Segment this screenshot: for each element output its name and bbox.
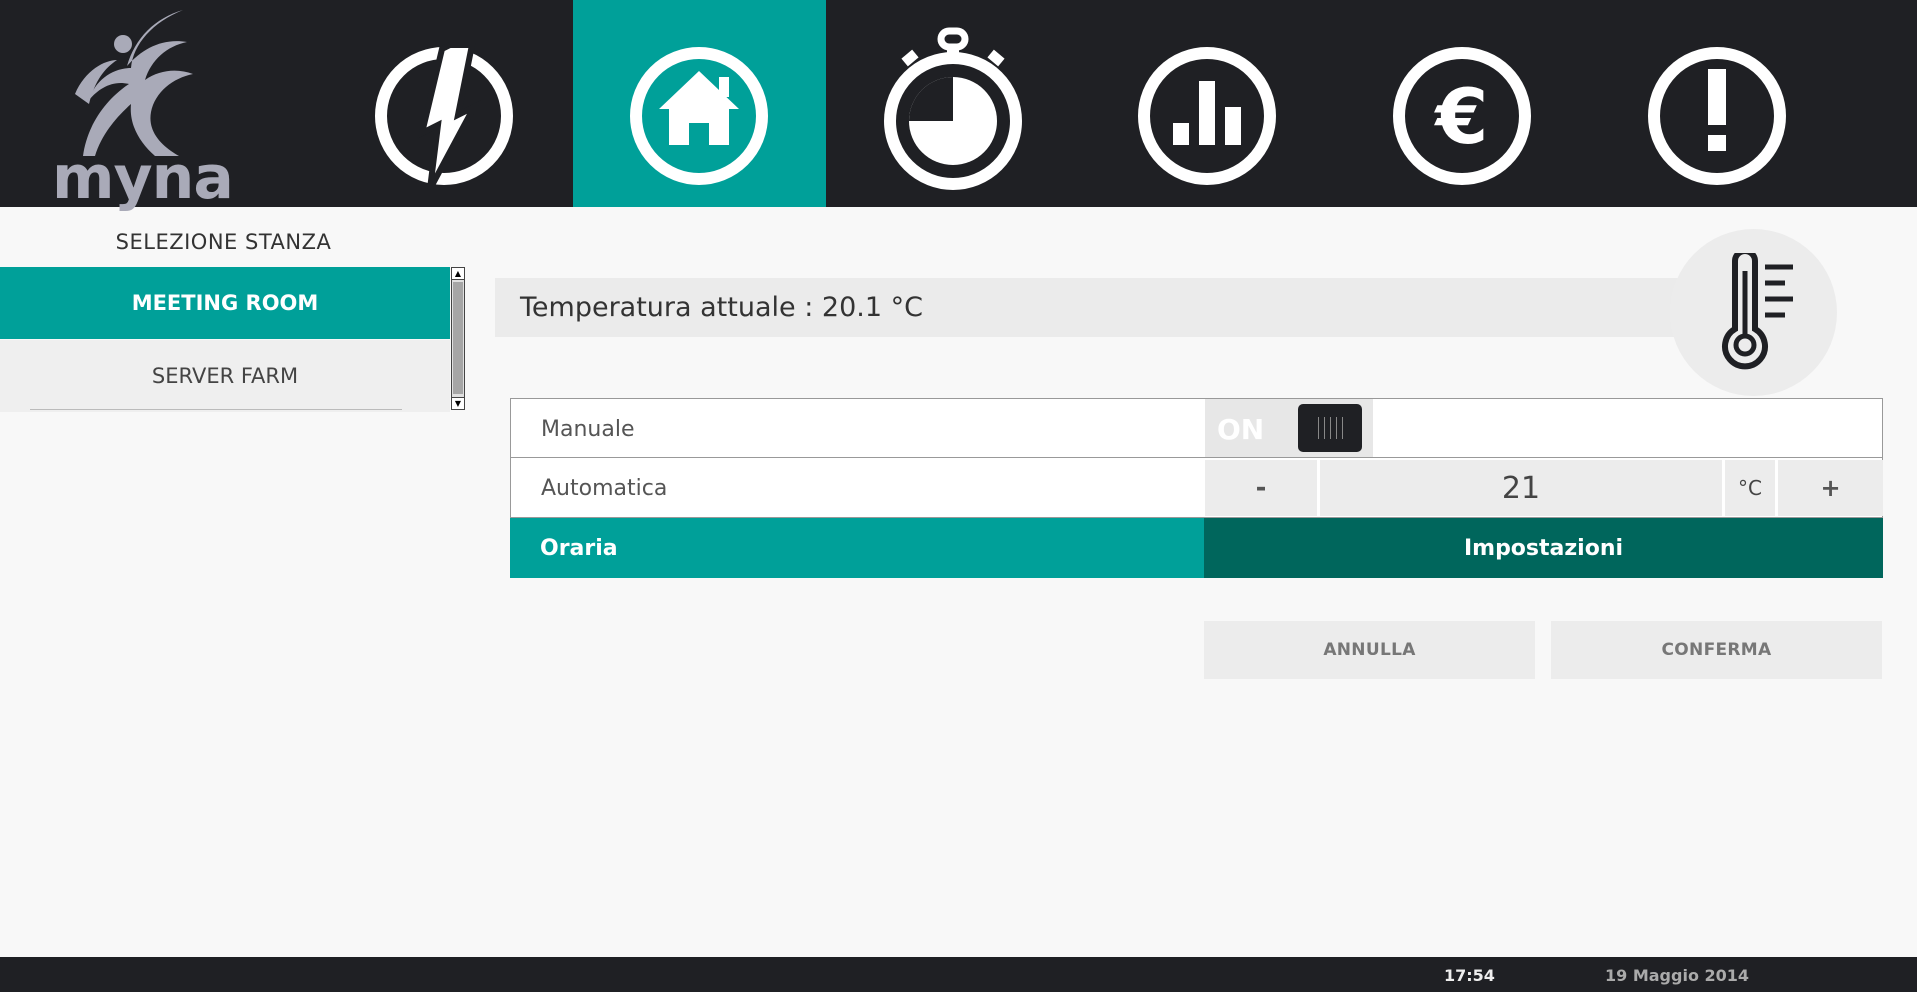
scroll-down-arrow-icon[interactable]: ▼ [452,397,464,409]
room-item-server-farm[interactable]: SERVER FARM [0,340,450,412]
room-list-scrollbar[interactable]: ▲ ▼ [451,267,465,410]
top-navigation-bar: myna € [0,0,1917,208]
room-item-meeting-room[interactable]: MEETING ROOM [0,267,450,339]
setpoint-unit: °C [1725,460,1775,516]
mode-row-manual: Manuale ON [510,398,1883,458]
scroll-thumb[interactable] [453,282,463,394]
setpoint-value: 21 [1320,460,1722,516]
tab-cost[interactable]: € [1336,0,1589,207]
myna-logo: myna [40,8,240,208]
cancel-button[interactable]: ANNULLA [1204,621,1535,679]
manual-on-off-toggle[interactable]: ON [1205,399,1373,457]
bar-chart-icon [1138,47,1276,185]
brand-name: myna [52,143,234,213]
bird-logo-icon [75,10,193,156]
euro-icon: € [1393,47,1531,185]
thermometer-badge [1670,229,1837,396]
room-list-divider [30,409,402,410]
footer-date: 19 Maggio 2014 [1605,966,1750,985]
home-icon [630,47,768,185]
lightning-icon [375,42,513,191]
alert-icon [1648,47,1786,185]
status-footer: 17:54 19 Maggio 2014 [0,957,1917,992]
tab-stats[interactable] [1081,0,1334,207]
svg-text:€: € [1434,72,1489,161]
confirm-button[interactable]: CONFERMA [1551,621,1882,679]
scroll-up-arrow-icon[interactable]: ▲ [452,268,464,280]
room-list: MEETING ROOM SERVER FARM [0,267,450,412]
tab-alerts[interactable] [1591,0,1844,207]
increase-setpoint-button[interactable]: + [1778,460,1883,516]
tab-timer[interactable] [827,0,1080,207]
hourly-settings-button[interactable]: Impostazioni [1204,518,1883,578]
mode-hourly-label[interactable]: Oraria [510,518,1204,578]
decrease-setpoint-button[interactable]: - [1205,460,1317,516]
thermometer-icon [1721,252,1793,369]
toggle-state-text: ON [1217,413,1265,446]
tab-home[interactable] [573,0,826,207]
current-temperature-label: Temperatura attuale : 20.1 °C [520,292,923,323]
mode-row-automatic: Automatica - 21 °C + [510,458,1883,518]
mode-automatic-label[interactable]: Automatica [511,458,1205,518]
current-temperature-banner: Temperatura attuale : 20.1 °C [495,278,1685,337]
toggle-knob[interactable] [1298,404,1362,452]
room-selection-heading: SELEZIONE STANZA [115,230,332,254]
mode-manual-label[interactable]: Manuale [511,399,1205,459]
footer-time: 17:54 [1444,966,1495,985]
stopwatch-icon [884,27,1022,190]
mode-row-hourly: Oraria Impostazioni [510,518,1883,578]
tab-energy[interactable] [318,0,571,207]
